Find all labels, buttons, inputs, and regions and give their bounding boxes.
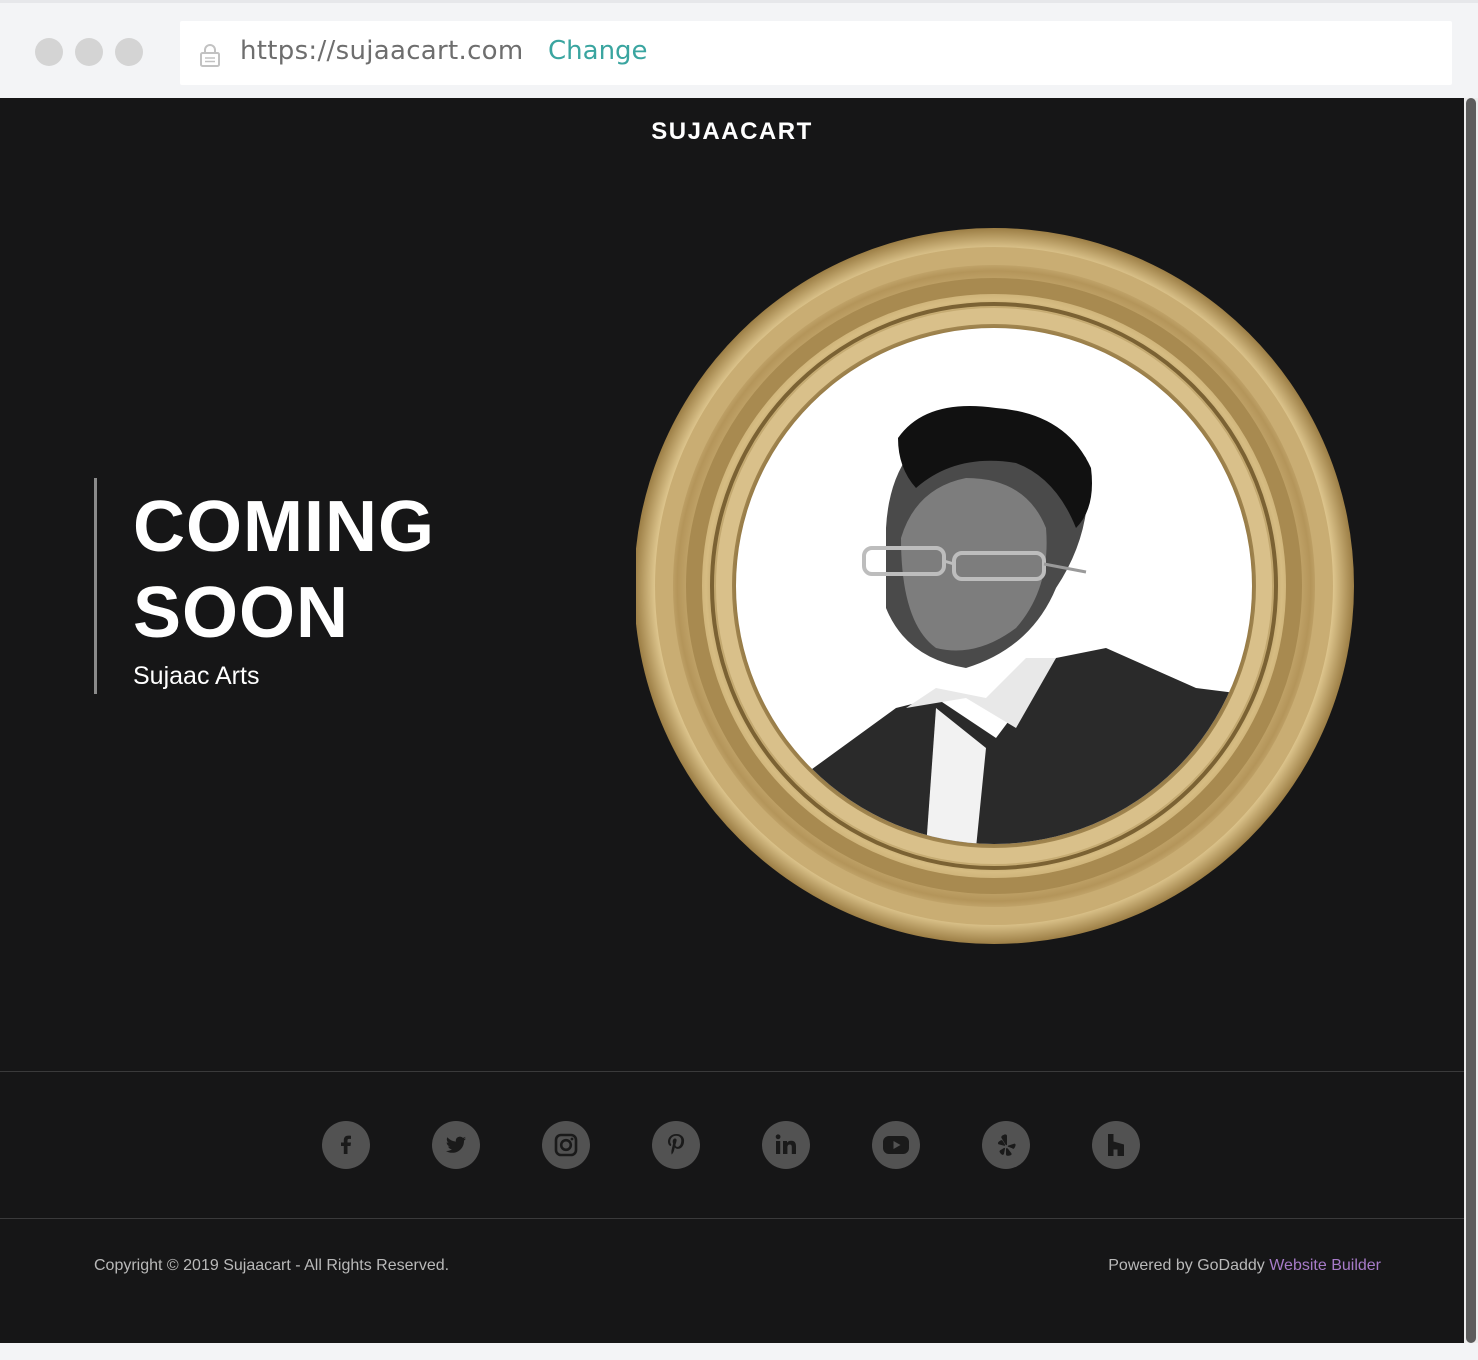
footer-divider-top — [0, 1071, 1464, 1072]
window-maximize-button[interactable] — [115, 38, 143, 66]
pinterest-link[interactable] — [652, 1121, 700, 1169]
scrollbar-thumb[interactable] — [1466, 98, 1476, 1343]
browser-chrome: https://sujaacart.com Change — [0, 0, 1478, 98]
houzz-link[interactable] — [1092, 1121, 1140, 1169]
website-builder-link[interactable]: Website Builder — [1269, 1257, 1381, 1274]
youtube-icon — [883, 1136, 909, 1154]
powered-by: Powered by GoDaddy Website Builder — [1108, 1257, 1381, 1275]
hero-accent-bar — [94, 478, 97, 694]
instagram-icon — [554, 1133, 578, 1157]
address-bar[interactable]: https://sujaacart.com Change — [180, 21, 1452, 85]
hero-heading: COMING SOON — [133, 484, 553, 656]
window-minimize-button[interactable] — [75, 38, 103, 66]
hero-heading-line1: COMING — [133, 487, 435, 567]
houzz-icon — [1108, 1134, 1124, 1156]
hero-subtitle: Sujaac Arts — [133, 662, 260, 690]
framed-portrait-image — [636, 228, 1354, 944]
linkedin-link[interactable] — [762, 1121, 810, 1169]
linkedin-icon — [775, 1134, 796, 1154]
site-title[interactable]: SUJAACART — [0, 118, 1464, 146]
twitter-link[interactable] — [432, 1121, 480, 1169]
scrollbar[interactable] — [1464, 98, 1478, 1343]
facebook-link[interactable] — [322, 1121, 370, 1169]
powered-by-text: Powered by GoDaddy — [1108, 1257, 1270, 1274]
change-link[interactable]: Change — [548, 36, 648, 66]
footer-divider-bottom — [0, 1218, 1464, 1219]
twitter-icon — [446, 1136, 466, 1153]
yelp-link[interactable] — [982, 1121, 1030, 1169]
url-text: https://sujaacart.com — [240, 36, 524, 66]
facebook-icon — [341, 1135, 351, 1154]
lock-icon — [200, 44, 220, 67]
youtube-link[interactable] — [872, 1121, 920, 1169]
hero-heading-line2: SOON — [133, 573, 350, 653]
instagram-link[interactable] — [542, 1121, 590, 1169]
window-close-button[interactable] — [35, 38, 63, 66]
yelp-icon — [997, 1134, 1016, 1156]
copyright-text: Copyright © 2019 Sujaacart - All Rights … — [94, 1257, 450, 1274]
pinterest-icon — [668, 1134, 685, 1155]
